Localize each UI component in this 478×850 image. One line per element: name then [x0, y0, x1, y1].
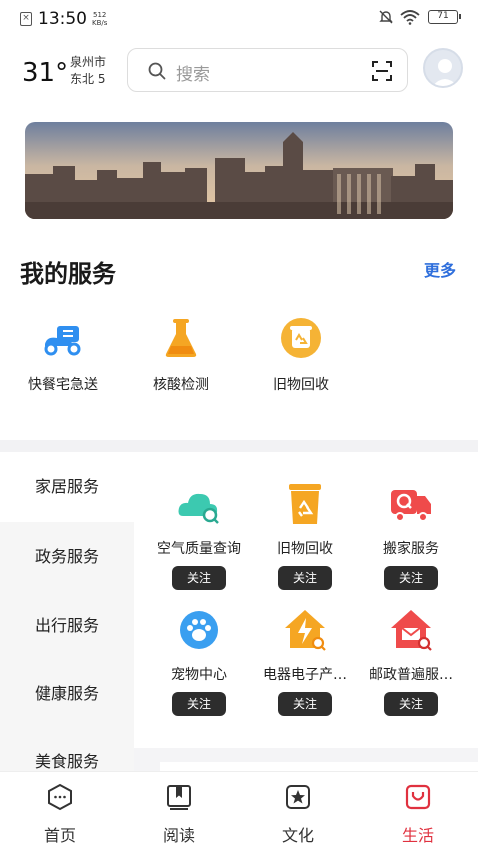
moving-truck-icon: [391, 490, 431, 522]
user-icon: [432, 59, 458, 86]
follow-button[interactable]: 关注: [278, 692, 332, 716]
more-link[interactable]: 更多: [424, 257, 456, 281]
nav-read[interactable]: 阅读: [139, 782, 219, 846]
city-name: 泉州市: [70, 55, 107, 69]
grid-label: 搬家服务: [383, 541, 439, 557]
book-icon: [167, 785, 191, 810]
section-title: 我的服务: [20, 260, 116, 288]
nav-label: 阅读: [162, 826, 195, 845]
banner-section: [0, 108, 478, 228]
service-nucleic-test[interactable]: 核酸检测: [126, 316, 236, 394]
mail-house-icon: [391, 610, 432, 651]
electric-house-icon: [285, 610, 326, 651]
home-icon: [48, 783, 72, 811]
service-label: 旧物回收: [273, 377, 329, 393]
nav-home[interactable]: 首页: [20, 782, 100, 846]
life-bag-icon: [405, 784, 431, 810]
city-skyline-banner[interactable]: [25, 122, 453, 219]
search-placeholder: 搜索: [176, 65, 210, 85]
delivery-scooter-icon: [44, 326, 81, 356]
notification-close-icon: ×: [20, 12, 32, 26]
scan-icon[interactable]: [371, 60, 393, 82]
weather-location: 泉州市 东北 5: [70, 54, 106, 88]
air-cloud-icon: [178, 493, 219, 524]
status-bar: × 13:50 512 KB/s 71: [0, 0, 478, 36]
search-icon: [148, 62, 166, 80]
skyline-image: [25, 122, 453, 219]
follow-button[interactable]: 关注: [172, 566, 226, 590]
grid-item-postal[interactable]: 邮政普遍服… 关注: [348, 608, 474, 716]
temperature: 31°: [22, 58, 69, 88]
follow-button[interactable]: 关注: [384, 692, 438, 716]
follow-button[interactable]: 关注: [384, 566, 438, 590]
follow-button[interactable]: 关注: [278, 566, 332, 590]
nav-label: 生活: [401, 826, 434, 845]
wind-info: 东北 5: [70, 72, 106, 86]
nav-label: 文化: [281, 826, 314, 845]
service-recycle[interactable]: 旧物回收: [246, 316, 356, 394]
category-government[interactable]: 政务服务: [0, 522, 134, 592]
flask-icon: [165, 319, 197, 357]
service-label: 核酸检测: [153, 377, 209, 393]
category-health[interactable]: 健康服务: [0, 660, 134, 728]
avatar[interactable]: [423, 48, 463, 88]
grid-label: 邮政普遍服…: [369, 667, 453, 683]
star-frame-icon: [286, 785, 310, 809]
nav-culture[interactable]: 文化: [258, 782, 338, 846]
nav-life[interactable]: 生活: [378, 782, 458, 846]
battery-icon: 71: [428, 10, 461, 24]
service-delivery[interactable]: 快餐宅急送: [8, 316, 118, 394]
paw-icon: [180, 611, 218, 649]
my-services-section: 我的服务 更多 快餐宅急送 核酸检测 旧物回收: [0, 228, 478, 440]
wifi-icon: [400, 10, 420, 25]
mute-bell-icon: [379, 10, 393, 24]
grid-item-moving[interactable]: 搬家服务 关注: [348, 482, 474, 590]
search-input[interactable]: 搜索: [127, 48, 408, 92]
category-home[interactable]: 家居服务: [0, 452, 134, 522]
nav-label: 首页: [43, 826, 76, 845]
follow-button[interactable]: 关注: [172, 692, 226, 716]
service-label: 快餐宅急送: [28, 377, 98, 393]
category-travel[interactable]: 出行服务: [0, 592, 134, 660]
bottom-nav: 首页 阅读 文化 生活: [0, 772, 478, 850]
recycle-bin-icon: [289, 484, 321, 524]
recycle-badge-icon: [281, 318, 321, 358]
category-section: 家居服务 政务服务 出行服务 健康服务 美食服务 空气质量查询 关注 旧物回收 …: [0, 452, 478, 782]
clock: 13:50: [38, 9, 87, 29]
network-speed: 512 KB/s: [92, 11, 108, 27]
category-sidebar: 家居服务 政务服务 出行服务 健康服务 美食服务: [0, 452, 134, 782]
